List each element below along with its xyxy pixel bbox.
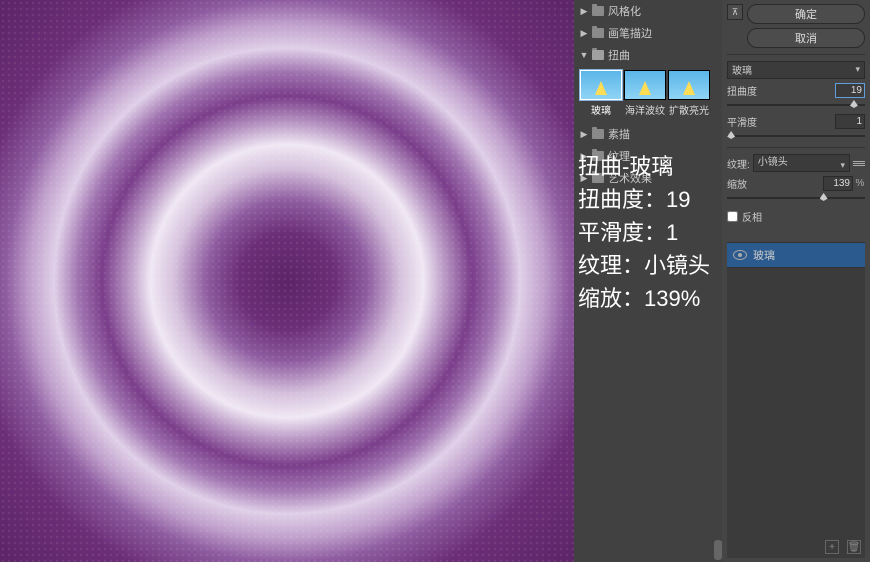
- invert-label: 反相: [742, 209, 762, 224]
- chevron-right-icon: ▶: [580, 28, 588, 39]
- slider-knob-icon[interactable]: [820, 193, 828, 201]
- slider-knob-icon[interactable]: [727, 131, 735, 139]
- folder-stylize[interactable]: ▶ 风格化: [574, 0, 722, 22]
- layer-label: 玻璃: [753, 247, 775, 263]
- scale-param: 缩放 %: [727, 176, 865, 203]
- delete-layer-button[interactable]: 🗑: [847, 540, 861, 554]
- folder-artistic[interactable]: ▶ 艺术效果: [574, 167, 722, 189]
- folder-texture[interactable]: ▶ 纹理: [574, 145, 722, 167]
- folder-sketch[interactable]: ▶ 素描: [574, 123, 722, 145]
- controls-panel: ⊼ 确定 取消 玻璃 扭曲度 平滑度 纹理: 小镜: [722, 0, 870, 562]
- cancel-button[interactable]: 取消: [747, 28, 865, 48]
- filter-thumb-glass[interactable]: 玻璃: [580, 70, 622, 117]
- distortion-slider[interactable]: [727, 100, 865, 110]
- distortion-label: 扭曲度: [727, 83, 757, 98]
- effect-layers: 玻璃 + 🗑: [727, 242, 865, 558]
- texture-menu-button[interactable]: [853, 155, 865, 171]
- filter-select-value: 玻璃: [732, 66, 752, 77]
- folder-icon: [592, 151, 604, 161]
- folder-label: 艺术效果: [608, 170, 652, 186]
- chevron-right-icon: ▶: [580, 151, 588, 162]
- folder-icon: [592, 173, 604, 183]
- thumbnail-image: [624, 70, 666, 100]
- preview-canvas[interactable]: [0, 0, 574, 562]
- scrollbar-handle[interactable]: [714, 540, 722, 560]
- new-layer-button[interactable]: +: [825, 540, 839, 554]
- visibility-eye-icon[interactable]: [733, 250, 747, 260]
- preview-area: [0, 0, 574, 562]
- ok-button[interactable]: 确定: [747, 4, 865, 24]
- smoothness-param: 平滑度: [727, 114, 865, 141]
- scale-label: 缩放: [727, 176, 747, 191]
- distortion-input[interactable]: [835, 83, 865, 98]
- chevron-right-icon: ▶: [580, 6, 588, 17]
- folder-label: 扭曲: [608, 47, 630, 63]
- folder-icon: [592, 28, 604, 38]
- texture-select[interactable]: 小镜头: [753, 154, 850, 172]
- scale-input[interactable]: [823, 176, 853, 191]
- trash-icon: 🗑: [848, 542, 861, 553]
- chevron-right-icon: ▶: [580, 129, 588, 140]
- scale-slider[interactable]: [727, 193, 865, 203]
- folder-label: 风格化: [608, 3, 641, 19]
- invert-checkbox[interactable]: [727, 211, 738, 222]
- distortion-param: 扭曲度: [727, 83, 865, 110]
- smoothness-label: 平滑度: [727, 114, 757, 129]
- thumbnail-label: 扩散亮光: [669, 102, 709, 117]
- folder-brush-strokes[interactable]: ▶ 画笔描边: [574, 22, 722, 44]
- filter-thumb-ocean-ripple[interactable]: 海洋波纹: [624, 70, 666, 117]
- filter-browser-panel: ▶ 风格化 ▶ 画笔描边 ▼ 扭曲 玻璃 海洋波纹 扩散亮光 ▶ 素描 ▶ 纹理: [574, 0, 722, 562]
- chevron-down-icon: ▼: [580, 50, 588, 60]
- folder-icon: [592, 129, 604, 139]
- texture-label: 纹理:: [727, 156, 750, 171]
- smoothness-slider[interactable]: [727, 131, 865, 141]
- chevron-right-icon: ▶: [580, 173, 588, 184]
- smoothness-input[interactable]: [835, 114, 865, 129]
- plus-icon: +: [829, 542, 835, 553]
- folder-label: 画笔描边: [608, 25, 652, 41]
- folder-label: 纹理: [608, 148, 630, 164]
- texture-select-value: 小镜头: [758, 157, 788, 168]
- thumbnail-label: 海洋波纹: [625, 102, 665, 117]
- filter-thumb-diffuse-glow[interactable]: 扩散亮光: [668, 70, 710, 117]
- folder-icon: [592, 6, 604, 16]
- collapse-panel-button[interactable]: ⊼: [727, 4, 743, 20]
- thumbnail-label: 玻璃: [591, 102, 611, 117]
- filter-thumbnails: 玻璃 海洋波纹 扩散亮光: [574, 66, 722, 123]
- percent-suffix: %: [855, 178, 865, 189]
- texture-param: 纹理: 小镜头: [727, 154, 865, 172]
- slider-knob-icon[interactable]: [850, 100, 858, 108]
- folder-distort[interactable]: ▼ 扭曲: [574, 44, 722, 66]
- thumbnail-image: [580, 70, 622, 100]
- filter-select[interactable]: 玻璃: [727, 61, 865, 79]
- folder-icon: [592, 50, 604, 60]
- invert-param[interactable]: 反相: [727, 207, 865, 226]
- layer-item-glass[interactable]: 玻璃: [727, 242, 865, 268]
- thumbnail-image: [668, 70, 710, 100]
- folder-label: 素描: [608, 126, 630, 142]
